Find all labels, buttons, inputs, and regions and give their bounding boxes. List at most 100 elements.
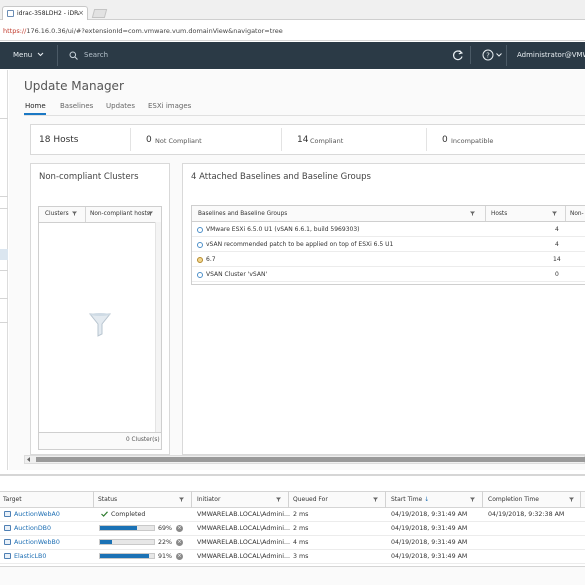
new-tab-button[interactable] xyxy=(91,9,108,18)
scrollbar-thumb[interactable] xyxy=(36,457,585,462)
header-divider xyxy=(470,46,471,64)
navigator-divider xyxy=(0,208,8,209)
navigator-divider xyxy=(0,196,8,197)
baseline-name[interactable]: vSAN recommended patch to be applied on … xyxy=(206,241,393,248)
tab-home[interactable]: Home xyxy=(25,102,46,110)
summary-divider xyxy=(130,128,131,151)
filter-icon[interactable] xyxy=(148,211,153,216)
navigator-divider xyxy=(0,270,8,271)
column-divider xyxy=(191,491,192,508)
column-header-completion-time[interactable]: Completion Time xyxy=(488,496,539,503)
navigator-divider xyxy=(0,298,8,299)
cancel-task-icon[interactable]: × xyxy=(176,553,183,560)
sort-descending-icon: ↓ xyxy=(424,496,430,503)
task-target-link[interactable]: ElasticLB0 xyxy=(14,553,46,560)
cancel-task-icon[interactable]: × xyxy=(176,525,183,532)
progress-bar xyxy=(99,553,155,559)
column-header-start-time[interactable]: Start Time ↓ xyxy=(391,496,429,503)
vm-icon xyxy=(4,525,11,531)
compliant-label: Compliant xyxy=(310,137,344,145)
progress-percent: 22% xyxy=(158,539,172,546)
column-header-status[interactable]: Status xyxy=(98,496,117,503)
help-icon[interactable]: ? xyxy=(482,49,494,61)
task-queued-for: 4 ms xyxy=(293,539,309,546)
task-target-link[interactable]: AuctionWebA0 xyxy=(14,511,60,518)
column-header-hosts[interactable]: Hosts xyxy=(491,211,507,217)
column-header-non-compliant[interactable]: Non- xyxy=(570,211,584,217)
incompatible-label: Incompatible xyxy=(451,137,494,145)
column-divider xyxy=(482,491,483,508)
header-divider xyxy=(506,45,507,66)
progress-fill xyxy=(100,540,112,544)
attached-baselines-title: 4 Attached Baselines and Baseline Groups xyxy=(191,172,371,182)
baseline-name[interactable]: VMware ESXi 6.5.0 U1 (vSAN 6.6.1, build … xyxy=(206,226,360,233)
summary-divider xyxy=(426,128,427,151)
task-queued-for: 2 ms xyxy=(293,511,309,518)
navigator-selected-item[interactable] xyxy=(0,249,8,260)
cancel-task-icon[interactable]: × xyxy=(176,539,183,546)
tab-esxi-images[interactable]: ESXi images xyxy=(148,102,191,110)
cluster-count: 0 Cluster(s) xyxy=(126,437,160,443)
grid-scrollbar[interactable] xyxy=(155,222,161,432)
filter-icon[interactable] xyxy=(276,497,281,502)
column-header-clusters[interactable]: Clusters xyxy=(45,211,69,217)
address-bar-url[interactable]: https://176.16.0.36/ui/#?extensionId=com… xyxy=(3,27,283,35)
refresh-icon[interactable] xyxy=(452,49,464,61)
non-compliant-clusters-title: Non-compliant Clusters xyxy=(39,172,139,182)
chevron-down-icon xyxy=(38,52,44,57)
menu-button[interactable]: Menu xyxy=(13,51,44,59)
baseline-icon xyxy=(197,227,203,233)
filter-icon[interactable] xyxy=(569,497,574,502)
tab-updates[interactable]: Updates xyxy=(106,102,135,110)
tasks-grid-footer xyxy=(0,566,585,585)
task-initiator: VMWARELAB.LOCAL\Admini... xyxy=(197,553,290,560)
summary-divider xyxy=(281,128,282,151)
column-header-initiator[interactable]: Initiator xyxy=(197,496,220,503)
chevron-down-icon[interactable] xyxy=(496,53,502,57)
column-header-queued-for[interactable]: Queued For xyxy=(293,496,328,503)
column-divider xyxy=(288,491,289,508)
filter-icon[interactable] xyxy=(552,211,557,216)
filter-icon[interactable] xyxy=(373,497,378,502)
tab-baselines[interactable]: Baselines xyxy=(60,102,93,110)
vm-icon xyxy=(4,539,11,545)
vm-icon xyxy=(4,553,11,559)
baseline-hosts: 4 xyxy=(555,226,559,233)
task-initiator: VMWARELAB.LOCAL\Admini... xyxy=(197,511,290,518)
column-header-target[interactable]: Target xyxy=(3,496,22,503)
column-header-non-compliant-hosts[interactable]: Non-compliant hosts xyxy=(90,211,150,217)
baseline-name[interactable]: 6.7 xyxy=(206,256,216,263)
header-divider xyxy=(57,45,58,66)
filter-icon[interactable] xyxy=(470,497,475,502)
table-row[interactable] xyxy=(192,252,585,267)
browser-tab[interactable]: idrac-358LDH2 - iDRAC8 × xyxy=(2,6,88,20)
page-favicon-icon xyxy=(7,10,14,17)
baseline-hosts: 0 xyxy=(555,271,559,278)
filter-icon[interactable] xyxy=(179,497,184,502)
scroll-left-icon[interactable] xyxy=(26,457,31,462)
task-completion-time: 04/19/2018, 9:32:38 AM xyxy=(488,511,565,518)
task-target-link[interactable]: AuctionDB0 xyxy=(14,525,51,532)
user-menu[interactable]: Administrator@VMWA xyxy=(517,51,585,59)
incompatible-count[interactable]: 0 xyxy=(442,135,448,145)
hosts-count[interactable]: 18 Hosts xyxy=(39,135,79,145)
baseline-name[interactable]: VSAN Cluster 'vSAN' xyxy=(206,271,267,278)
page-title: Update Manager xyxy=(24,79,124,93)
column-divider xyxy=(485,206,486,221)
compliant-count[interactable]: 14 xyxy=(297,135,308,145)
baseline-icon xyxy=(197,272,203,278)
column-header-baselines[interactable]: Baselines and Baseline Groups xyxy=(198,211,287,217)
task-start-time: 04/19/2018, 9:31:49 AM xyxy=(391,553,468,560)
baseline-hosts: 14 xyxy=(553,256,561,263)
filter-icon[interactable] xyxy=(72,211,77,216)
not-compliant-count[interactable]: 0 xyxy=(146,135,152,145)
task-target-link[interactable]: AuctionWebB0 xyxy=(14,539,60,546)
filter-icon[interactable] xyxy=(470,211,475,216)
navigator-divider xyxy=(0,322,8,323)
checkmark-icon xyxy=(101,511,108,517)
tab-close-icon[interactable]: × xyxy=(78,9,84,17)
not-compliant-label: Not Compliant xyxy=(155,137,202,145)
task-start-time: 04/19/2018, 9:31:49 AM xyxy=(391,525,468,532)
progress-fill xyxy=(100,554,150,558)
search-input[interactable]: Search xyxy=(84,51,108,59)
